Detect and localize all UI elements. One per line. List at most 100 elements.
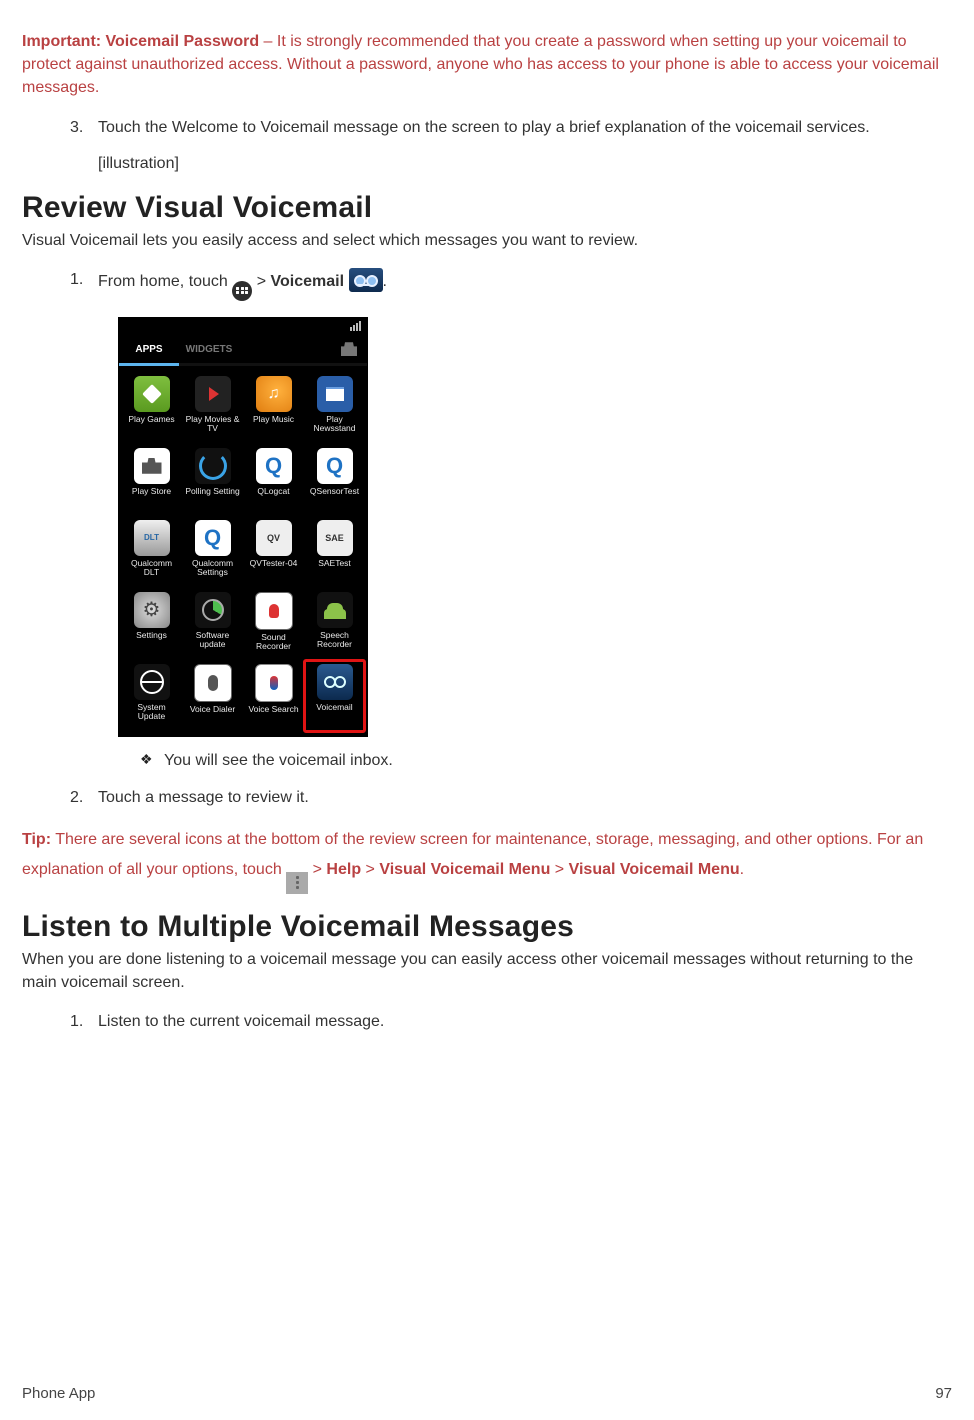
app-icon: SAE bbox=[317, 520, 353, 556]
app-icon bbox=[195, 520, 231, 556]
tab-widgets[interactable]: WIDGETS bbox=[179, 336, 239, 366]
app-play-store[interactable]: Play Store bbox=[121, 444, 182, 516]
app-polling-setting[interactable]: Polling Setting bbox=[182, 444, 243, 516]
app-icon bbox=[194, 664, 232, 702]
app-icon bbox=[317, 448, 353, 484]
app-label: Sound Recorder bbox=[245, 633, 303, 652]
app-label: QLogcat bbox=[257, 487, 289, 496]
app-icon bbox=[256, 376, 292, 412]
app-play-music[interactable]: Play Music bbox=[243, 372, 304, 444]
heading-review-visual-voicemail: Review Visual Voicemail bbox=[22, 191, 952, 225]
gt-1: > bbox=[257, 273, 271, 290]
app-qlogcat[interactable]: QLogcat bbox=[243, 444, 304, 516]
app-qsensortest[interactable]: QSensorTest bbox=[304, 444, 365, 516]
step-3: 3. Touch the Welcome to Voicemail messag… bbox=[70, 116, 952, 139]
app-icon bbox=[317, 376, 353, 412]
app-qualcomm-settings[interactable]: Qualcomm Settings bbox=[182, 516, 243, 588]
app-label: Qualcomm Settings bbox=[184, 559, 242, 578]
review-step-1: 1. From home, touch > Voicemail . bbox=[70, 268, 952, 301]
tip-gt-1: > bbox=[313, 861, 327, 878]
review-bullet-inbox: You will see the voicemail inbox. bbox=[140, 749, 952, 772]
app-icon bbox=[134, 520, 170, 556]
app-label: Play Games bbox=[128, 415, 174, 424]
app-software-update[interactable]: Software update bbox=[182, 588, 243, 660]
app-label: Qualcomm DLT bbox=[123, 559, 181, 578]
app-icon bbox=[317, 664, 353, 700]
app-system-update[interactable]: System Update bbox=[121, 660, 182, 732]
app-qvtester-04[interactable]: QV QVTester-04 bbox=[243, 516, 304, 588]
review-step-2: 2. Touch a message to review it. bbox=[70, 786, 952, 809]
app-icon bbox=[255, 592, 293, 630]
review-step-2-number: 2. bbox=[70, 786, 92, 809]
tip-label: Tip: bbox=[22, 831, 51, 848]
important-note: Important: Voicemail Password – It is st… bbox=[22, 30, 952, 100]
app-icon bbox=[134, 592, 170, 628]
app-qualcomm-dlt[interactable]: Qualcomm DLT bbox=[121, 516, 182, 588]
app-sound-recorder[interactable]: Sound Recorder bbox=[243, 588, 304, 660]
app-play-movies-tv[interactable]: Play Movies & TV bbox=[182, 372, 243, 444]
tip-end: . bbox=[740, 861, 744, 878]
footer-page-number: 97 bbox=[935, 1385, 952, 1402]
app-label: QVTester-04 bbox=[250, 559, 298, 568]
app-label: Settings bbox=[136, 631, 167, 640]
app-label: SAETest bbox=[318, 559, 351, 568]
app-label: Play Movies & TV bbox=[184, 415, 242, 434]
step-3-text: Touch the Welcome to Voicemail message o… bbox=[98, 119, 870, 136]
app-label: Voicemail bbox=[316, 703, 352, 712]
shop-icon[interactable] bbox=[331, 336, 367, 366]
app-icon bbox=[195, 376, 231, 412]
app-label: Play Music bbox=[253, 415, 294, 424]
apps-icon bbox=[232, 281, 252, 301]
period-1: . bbox=[383, 273, 387, 290]
app-icon bbox=[317, 592, 353, 628]
tip-vvm-1: Visual Voicemail Menu bbox=[379, 861, 550, 878]
review-lead: Visual Voicemail lets you easily access … bbox=[22, 229, 952, 252]
review-step-1-pre: From home, touch bbox=[98, 273, 232, 290]
app-icon bbox=[134, 664, 170, 700]
app-label: Voice Search bbox=[248, 705, 298, 714]
review-step-1-number: 1. bbox=[70, 268, 92, 291]
app-icon: QV bbox=[256, 520, 292, 556]
footer-section: Phone App bbox=[22, 1385, 95, 1402]
app-play-newsstand[interactable]: Play Newsstand bbox=[304, 372, 365, 444]
app-icon bbox=[255, 664, 293, 702]
app-label: Voice Dialer bbox=[190, 705, 235, 714]
app-icon bbox=[195, 448, 231, 484]
listen-step-1: 1. Listen to the current voicemail messa… bbox=[70, 1010, 952, 1033]
tab-apps[interactable]: APPS bbox=[119, 336, 179, 366]
phone-status-bar bbox=[119, 318, 367, 336]
app-label: Speech Recorder bbox=[306, 631, 364, 650]
heading-listen-multiple: Listen to Multiple Voicemail Messages bbox=[22, 910, 952, 944]
listen-lead: When you are done listening to a voicema… bbox=[22, 948, 952, 994]
tip-vvm-2: Visual Voicemail Menu bbox=[569, 861, 740, 878]
listen-step-1-text: Listen to the current voicemail message. bbox=[98, 1013, 384, 1030]
step-3-number: 3. bbox=[70, 116, 92, 139]
listen-step-1-number: 1. bbox=[70, 1010, 92, 1033]
tip-note: Tip: There are several icons at the bott… bbox=[22, 825, 952, 894]
review-step-2-text: Touch a message to review it. bbox=[98, 789, 309, 806]
app-speech-recorder[interactable]: Speech Recorder bbox=[304, 588, 365, 660]
illustration-placeholder: [illustration] bbox=[98, 155, 952, 173]
app-icon bbox=[134, 376, 170, 412]
app-settings[interactable]: Settings bbox=[121, 588, 182, 660]
app-saetest[interactable]: SAE SAETest bbox=[304, 516, 365, 588]
app-voice-dialer[interactable]: Voice Dialer bbox=[182, 660, 243, 732]
voicemail-icon bbox=[349, 268, 383, 292]
voicemail-bold: Voicemail bbox=[271, 273, 345, 290]
important-sep: – bbox=[259, 33, 277, 50]
app-play-games[interactable]: Play Games bbox=[121, 372, 182, 444]
app-label: Play Newsstand bbox=[306, 415, 364, 434]
important-label: Important: Voicemail Password bbox=[22, 33, 259, 50]
app-label: QSensorTest bbox=[310, 487, 359, 496]
tip-help: Help bbox=[326, 861, 361, 878]
app-label: Software update bbox=[184, 631, 242, 650]
app-label: System Update bbox=[123, 703, 181, 722]
apps-screenshot: APPS WIDGETS Play Games Play Movies & TV P… bbox=[118, 317, 952, 737]
app-voice-search[interactable]: Voice Search bbox=[243, 660, 304, 732]
tip-gt-2: > bbox=[361, 861, 379, 878]
app-icon bbox=[256, 448, 292, 484]
app-icon bbox=[134, 448, 170, 484]
menu-icon bbox=[286, 872, 308, 894]
app-label: Play Store bbox=[132, 487, 171, 496]
app-voicemail[interactable]: Voicemail bbox=[304, 660, 365, 732]
